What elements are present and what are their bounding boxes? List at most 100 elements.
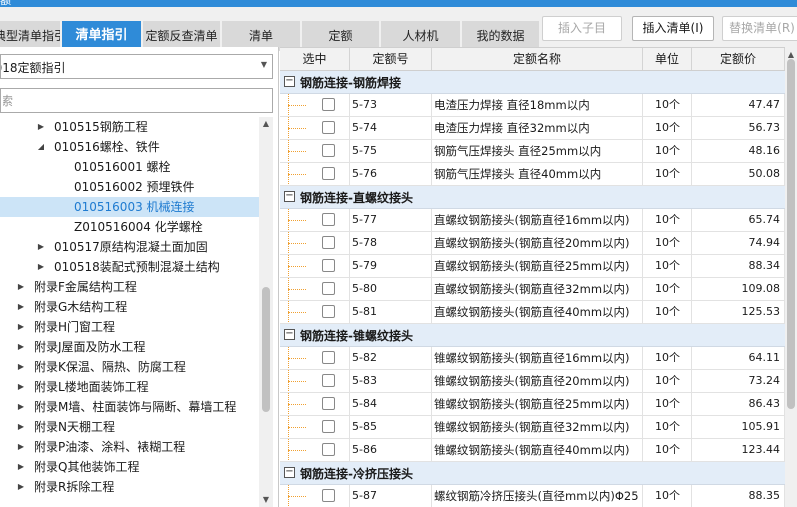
expand-arrow-icon[interactable]: ▶ <box>16 477 26 497</box>
table-row[interactable]: 5-83 锥螺纹钢筋接头(钢筋直径20mm以内) 10个 73.24 <box>280 370 785 393</box>
row-checkbox[interactable] <box>322 443 335 456</box>
tree-item[interactable]: ▶ 附录H门窗工程 <box>0 317 259 337</box>
tree-item[interactable]: ▶ 附录N天棚工程 <box>0 417 259 437</box>
table-row[interactable]: 5-86 锥螺纹钢筋接头(钢筋直径40mm以内) 10个 123.44 <box>280 439 785 462</box>
tree-item[interactable]: ▶ 附录R拆除工程 <box>0 477 259 497</box>
collapse-toggle-icon[interactable]: − <box>284 467 295 478</box>
tree-item[interactable]: ▶ 附录P油漆、涂料、裱糊工程 <box>0 437 259 457</box>
table-row[interactable]: 5-75 钢筋气压焊接头 直径25mm以内 10个 48.16 <box>280 140 785 163</box>
row-checkbox[interactable] <box>322 305 335 318</box>
tree-item-label: 附录F金属结构工程 <box>34 280 137 294</box>
tree-item[interactable]: ▶ 010518装配式预制混凝土结构 <box>0 257 259 277</box>
group-row[interactable]: − 钢筋连接-直螺纹接头 <box>280 186 785 209</box>
table-row[interactable]: 5-85 锥螺纹钢筋接头(钢筋直径32mm以内) 10个 105.91 <box>280 416 785 439</box>
tree-item[interactable]: ▶ 附录G木结构工程 <box>0 297 259 317</box>
expand-arrow-icon[interactable]: ▶ <box>16 397 26 417</box>
row-checkbox[interactable] <box>322 420 335 433</box>
table-row[interactable]: 5-87 螺纹钢筋冷挤压接头(直径mm以内)Φ25 10个 88.35 <box>280 485 785 507</box>
row-checkbox[interactable] <box>322 397 335 410</box>
expand-arrow-icon[interactable]: ▶ <box>16 357 26 377</box>
tree-item[interactable]: 010516003 机械连接 <box>0 197 259 217</box>
unit-cell: 10个 <box>643 416 692 438</box>
table-row[interactable]: 5-82 锥螺纹钢筋接头(钢筋直径16mm以内) 10个 64.11 <box>280 347 785 370</box>
tree-item[interactable]: ▶ 附录L楼地面装饰工程 <box>0 377 259 397</box>
expand-arrow-icon[interactable]: ▶ <box>16 317 26 337</box>
price-cell: 65.74 <box>692 209 785 231</box>
grid-header: 选中 定额号 定额名称 单位 定额价 <box>280 47 785 71</box>
tree-item-label: 附录N天棚工程 <box>34 420 115 434</box>
table-row[interactable]: 5-77 直螺纹钢筋接头(钢筋直径16mm以内) 10个 65.74 <box>280 209 785 232</box>
table-row[interactable]: 5-74 电渣压力焊接 直径32mm以内 10个 56.73 <box>280 117 785 140</box>
search-input[interactable] <box>0 88 273 113</box>
table-row[interactable]: 5-84 锥螺纹钢筋接头(钢筋直径25mm以内) 10个 86.43 <box>280 393 785 416</box>
replace-list-button[interactable]: 替换清单(R) <box>722 16 797 41</box>
tree-item[interactable]: ▶ 附录K保温、隔热、防腐工程 <box>0 357 259 377</box>
row-checkbox[interactable] <box>322 236 335 249</box>
expand-arrow-icon[interactable]: ▶ <box>16 337 26 357</box>
row-checkbox[interactable] <box>322 259 335 272</box>
row-checkbox[interactable] <box>322 282 335 295</box>
expand-arrow-icon[interactable]: ▶ <box>36 117 46 137</box>
row-checkbox[interactable] <box>322 167 335 180</box>
scroll-up-icon[interactable]: ▲ <box>259 117 273 131</box>
table-row[interactable]: 5-78 直螺纹钢筋接头(钢筋直径20mm以内) 10个 74.94 <box>280 232 785 255</box>
quota-grid-panel: 选中 定额号 定额名称 单位 定额价 − 钢筋连接-钢筋焊接 5-73 电渣压力焊接 … <box>280 47 797 507</box>
table-row[interactable]: 5-73 电渣压力焊接 直径18mm以内 10个 47.47 <box>280 94 785 117</box>
expand-arrow-icon[interactable]: ▶ <box>16 297 26 317</box>
tree-scroll-thumb[interactable] <box>262 287 270 412</box>
tree-item[interactable]: ▶ 附录M墙、柱面装饰与隔断、幕墙工程 <box>0 397 259 417</box>
table-row[interactable]: 5-76 钢筋气压焊接头 直径40mm以内 10个 50.08 <box>280 163 785 186</box>
tree-item-label: 附录M墙、柱面装饰与隔断、幕墙工程 <box>34 400 237 414</box>
table-row[interactable]: 5-81 直螺纹钢筋接头(钢筋直径40mm以内) 10个 125.53 <box>280 301 785 324</box>
scroll-down-icon[interactable]: ▼ <box>259 493 273 507</box>
row-checkbox[interactable] <box>322 121 335 134</box>
tree-item[interactable]: 010516002 预埋铁件 <box>0 177 259 197</box>
quota-guide-select[interactable]: 2018定额指引 ▼ <box>0 54 273 79</box>
unit-cell: 10个 <box>643 163 692 185</box>
insert-child-button[interactable]: 插入子目 <box>542 16 622 41</box>
collapse-arrow-icon[interactable]: ◢ <box>36 137 46 157</box>
header-quota-name[interactable]: 定额名称 <box>432 48 643 70</box>
group-row[interactable]: − 钢筋连接-冷挤压接头 <box>280 462 785 485</box>
tree-item[interactable]: ▶ 附录J屋面及防水工程 <box>0 337 259 357</box>
expand-arrow-icon[interactable]: ▶ <box>16 417 26 437</box>
grid-scroll-thumb[interactable] <box>787 59 795 409</box>
tree-scrollbar[interactable]: ▲ ▼ <box>259 117 273 507</box>
header-select[interactable]: 选中 <box>280 48 350 70</box>
row-checkbox[interactable] <box>322 489 335 502</box>
expand-arrow-icon[interactable]: ▶ <box>36 257 46 277</box>
collapse-toggle-icon[interactable]: − <box>284 76 295 87</box>
tree-item[interactable]: Z010516004 化学螺栓 <box>0 217 259 237</box>
row-checkbox[interactable] <box>322 351 335 364</box>
table-row[interactable]: 5-80 直螺纹钢筋接头(钢筋直径32mm以内) 10个 109.08 <box>280 278 785 301</box>
expand-arrow-icon[interactable]: ▶ <box>16 277 26 297</box>
expand-arrow-icon[interactable]: ▶ <box>16 437 26 457</box>
grid-scrollbar[interactable]: ▲ <box>785 47 797 507</box>
table-row[interactable]: 5-79 直螺纹钢筋接头(钢筋直径25mm以内) 10个 88.34 <box>280 255 785 278</box>
tree-item[interactable]: ▶ 010517原结构混凝土面加固 <box>0 237 259 257</box>
header-quota-code[interactable]: 定额号 <box>350 48 432 70</box>
tree-item[interactable]: ▶ 010515钢筋工程 <box>0 117 259 137</box>
unit-cell: 10个 <box>643 370 692 392</box>
row-checkbox[interactable] <box>322 213 335 226</box>
tree-item[interactable]: ▶ 附录F金属结构工程 <box>0 277 259 297</box>
tree-item[interactable]: ◢ 010516螺栓、铁件 <box>0 137 259 157</box>
row-checkbox[interactable] <box>322 374 335 387</box>
quota-code-cell: 5-74 <box>350 117 432 139</box>
collapse-toggle-icon[interactable]: − <box>284 191 295 202</box>
scroll-up-icon[interactable]: ▲ <box>785 50 797 59</box>
row-checkbox[interactable] <box>322 98 335 111</box>
expand-arrow-icon[interactable]: ▶ <box>16 377 26 397</box>
tree-item[interactable]: ▶ 附录Q其他装饰工程 <box>0 457 259 477</box>
expand-arrow-icon[interactable]: ▶ <box>16 457 26 477</box>
row-checkbox[interactable] <box>322 144 335 157</box>
collapse-toggle-icon[interactable]: − <box>284 329 295 340</box>
tree-item[interactable]: 010516001 螺栓 <box>0 157 259 177</box>
group-row[interactable]: − 钢筋连接-钢筋焊接 <box>280 71 785 94</box>
insert-list-button[interactable]: 插入清单(I) <box>632 16 714 41</box>
expand-arrow-icon[interactable]: ▶ <box>36 237 46 257</box>
header-unit[interactable]: 单位 <box>643 48 692 70</box>
header-quota-price[interactable]: 定额价 <box>692 48 785 70</box>
quota-name-cell: 直螺纹钢筋接头(钢筋直径16mm以内) <box>432 209 643 231</box>
group-row[interactable]: − 钢筋连接-锥螺纹接头 <box>280 324 785 347</box>
